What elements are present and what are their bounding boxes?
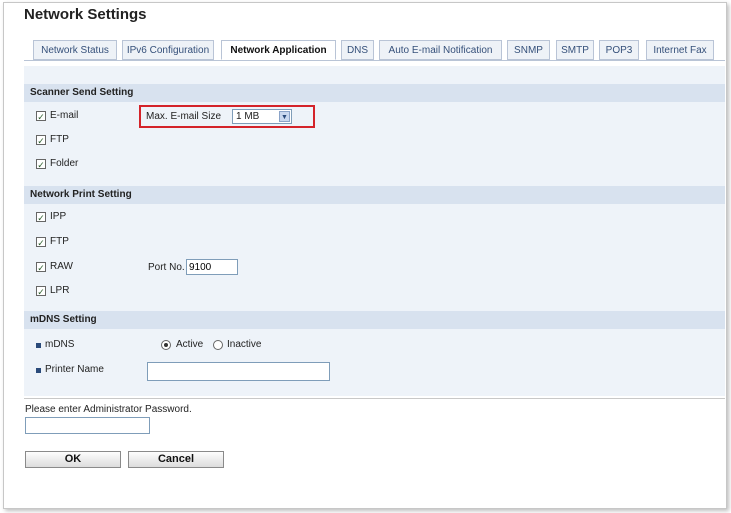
port-label: Port No. <box>148 262 185 273</box>
email-checkbox[interactable]: ✓ <box>36 111 46 122</box>
mdns-active-radio[interactable] <box>161 340 171 350</box>
settings-panel <box>24 66 725 396</box>
tab-dns[interactable]: DNS <box>341 40 374 60</box>
mdns-active-label: Active <box>176 339 204 350</box>
printer-name-label: Printer Name <box>45 364 104 375</box>
tab-auto-email-notification[interactable]: Auto E-mail Notification <box>379 40 502 60</box>
tab-smtp[interactable]: SMTP <box>556 40 594 60</box>
tab-divider <box>24 60 725 61</box>
email-label: E-mail <box>50 110 79 121</box>
mdns-heading: mDNS Setting <box>24 311 725 329</box>
tab-ipv6-configuration[interactable]: IPv6 Configuration <box>122 40 214 60</box>
tab-pop3[interactable]: POP3 <box>599 40 639 60</box>
ipp-checkbox[interactable]: ✓ <box>36 212 46 223</box>
cancel-button[interactable]: Cancel <box>128 451 224 468</box>
lpr-checkbox[interactable]: ✓ <box>36 286 46 297</box>
admin-password-prompt: Please enter Administrator Password. <box>25 404 192 415</box>
ok-button[interactable]: OK <box>25 451 121 468</box>
max-email-size-label: Max. E-mail Size <box>146 111 222 122</box>
mdns-inactive-radio[interactable] <box>213 340 223 350</box>
page-title: Network Settings <box>24 6 147 23</box>
mdns-label: mDNS <box>45 339 75 350</box>
section-divider <box>24 398 725 399</box>
raw-label: RAW <box>50 261 73 272</box>
bullet-icon <box>36 368 41 373</box>
folder-label: Folder <box>50 158 79 169</box>
tab-internet-fax[interactable]: Internet Fax <box>646 40 714 60</box>
ftp-print-checkbox[interactable]: ✓ <box>36 237 46 248</box>
ftp-send-label: FTP <box>50 134 69 145</box>
admin-password-input[interactable] <box>25 417 150 434</box>
ftp-print-label: FTP <box>50 236 69 247</box>
chevron-down-icon: ▼ <box>279 111 290 122</box>
lpr-label: LPR <box>50 285 70 296</box>
scanner-send-heading: Scanner Send Setting <box>24 84 725 102</box>
printer-name-input[interactable] <box>147 362 330 381</box>
max-email-size-select[interactable]: 1 MB ▼ <box>232 109 292 124</box>
ipp-label: IPP <box>50 211 67 222</box>
tab-network-status[interactable]: Network Status <box>33 40 117 60</box>
port-input[interactable] <box>186 259 238 275</box>
network-print-heading: Network Print Setting <box>24 186 725 204</box>
tab-snmp[interactable]: SNMP <box>507 40 550 60</box>
folder-checkbox[interactable]: ✓ <box>36 159 46 170</box>
tab-network-application[interactable]: Network Application <box>221 40 336 60</box>
ftp-send-checkbox[interactable]: ✓ <box>36 135 46 146</box>
max-email-size-value: 1 MB <box>236 111 260 122</box>
mdns-inactive-label: Inactive <box>227 339 262 350</box>
bullet-icon <box>36 343 41 348</box>
raw-checkbox[interactable]: ✓ <box>36 262 46 273</box>
